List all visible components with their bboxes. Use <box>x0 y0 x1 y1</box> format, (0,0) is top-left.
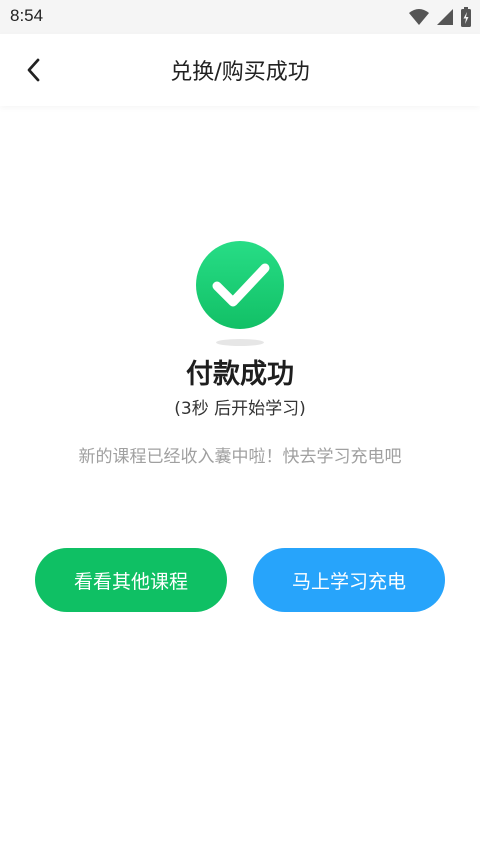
start-learning-button[interactable]: 马上学习充电 <box>253 548 445 612</box>
status-time: 8:54 <box>10 6 44 25</box>
status-bar: 8:54 <box>0 0 480 34</box>
start-learning-label: 马上学习充电 <box>291 570 406 593</box>
page-title: 兑换/购买成功 <box>170 60 310 85</box>
nav-bar: 兑换/购买成功 <box>0 34 480 106</box>
signal-icon <box>437 9 453 25</box>
result-message: 新的课程已经收入囊中啦！快去学习充电吧 <box>78 447 402 467</box>
icon-shadow <box>216 339 264 346</box>
result-title: 付款成功 <box>186 359 294 390</box>
wifi-icon <box>409 9 429 25</box>
status-icons <box>408 7 472 27</box>
browse-courses-button[interactable]: 看看其他课程 <box>35 548 227 612</box>
battery-icon <box>461 7 471 27</box>
browse-courses-label: 看看其他课程 <box>73 570 188 593</box>
countdown-seconds: 3 <box>180 399 192 419</box>
countdown-prefix: ( <box>174 399 181 419</box>
countdown-suffix: 秒 后开始学习) <box>191 399 306 419</box>
success-check-icon <box>195 240 285 330</box>
countdown-text: (3秒 后开始学习) <box>0 394 480 419</box>
